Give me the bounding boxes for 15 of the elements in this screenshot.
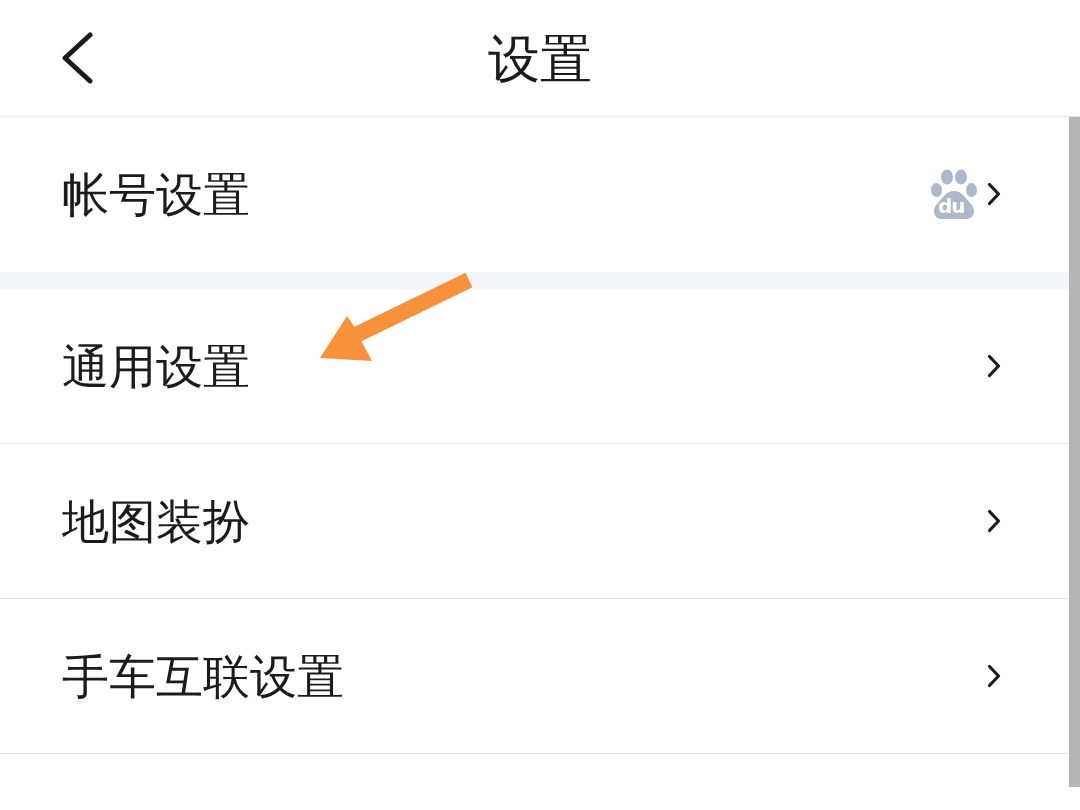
chevron-right-icon xyxy=(987,509,1001,533)
back-chevron-icon xyxy=(60,32,94,84)
paw-logo-icon xyxy=(930,168,978,220)
back-button[interactable] xyxy=(60,32,94,84)
row-label: 帐号设置 xyxy=(62,170,250,218)
row-label: 手车互联设置 xyxy=(62,652,344,700)
settings-row[interactable]: 通用设置 xyxy=(0,289,1069,444)
page-title: 设置 xyxy=(488,33,592,85)
chevron-right-icon xyxy=(987,664,1001,688)
settings-row[interactable]: 帐号设置 du xyxy=(0,117,1069,272)
logo-text: du xyxy=(938,195,965,216)
row-label: 通用设置 xyxy=(62,342,250,390)
chevron-right-icon xyxy=(987,354,1001,378)
chevron-right-icon xyxy=(987,182,1001,206)
row-label: 地图装扮 xyxy=(62,497,250,545)
